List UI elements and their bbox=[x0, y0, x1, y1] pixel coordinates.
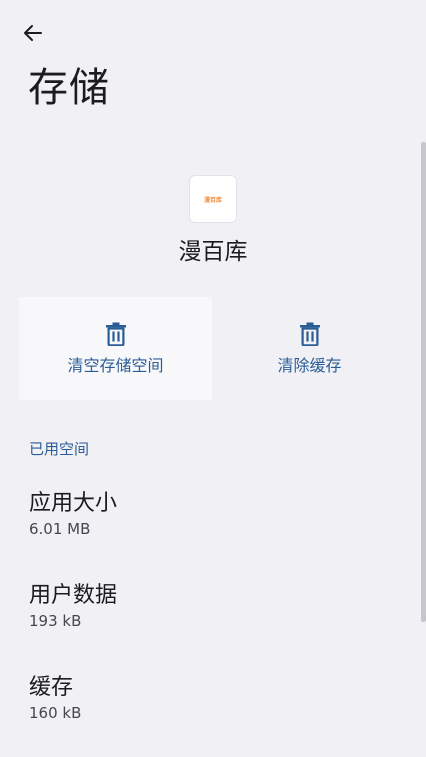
app-icon-text: 漫百库 bbox=[203, 196, 222, 204]
usage-row-app-size: 应用大小 6.01 MB bbox=[29, 489, 117, 539]
scrollbar[interactable] bbox=[421, 142, 426, 622]
clear-cache-button[interactable]: 清除缓存 bbox=[213, 297, 406, 400]
clear-cache-label: 清除缓存 bbox=[277, 356, 342, 375]
usage-row-cache: 缓存 160 kB bbox=[29, 673, 81, 723]
usage-row-value: 160 kB bbox=[29, 704, 82, 722]
usage-row-value: 193 kB bbox=[29, 612, 82, 630]
usage-row-value: 6.01 MB bbox=[29, 520, 91, 538]
clear-storage-button[interactable]: 清空存储空间 bbox=[19, 297, 212, 400]
clear-storage-label: 清空存储空间 bbox=[67, 356, 164, 375]
page-title: 存储 bbox=[28, 65, 110, 111]
section-header-used-space: 已用空间 bbox=[29, 440, 90, 458]
app-name: 漫百库 bbox=[178, 239, 248, 265]
usage-row-user-data: 用户数据 193 kB bbox=[29, 581, 117, 631]
usage-row-label: 用户数据 bbox=[29, 583, 118, 608]
usage-row-label: 应用大小 bbox=[29, 491, 118, 516]
usage-row-label: 缓存 bbox=[29, 675, 74, 700]
back-button[interactable] bbox=[14, 14, 52, 52]
trash-icon bbox=[105, 322, 126, 346]
trash-icon bbox=[299, 322, 320, 346]
app-icon: 漫百库 bbox=[189, 175, 237, 223]
arrow-left-icon bbox=[24, 25, 42, 41]
